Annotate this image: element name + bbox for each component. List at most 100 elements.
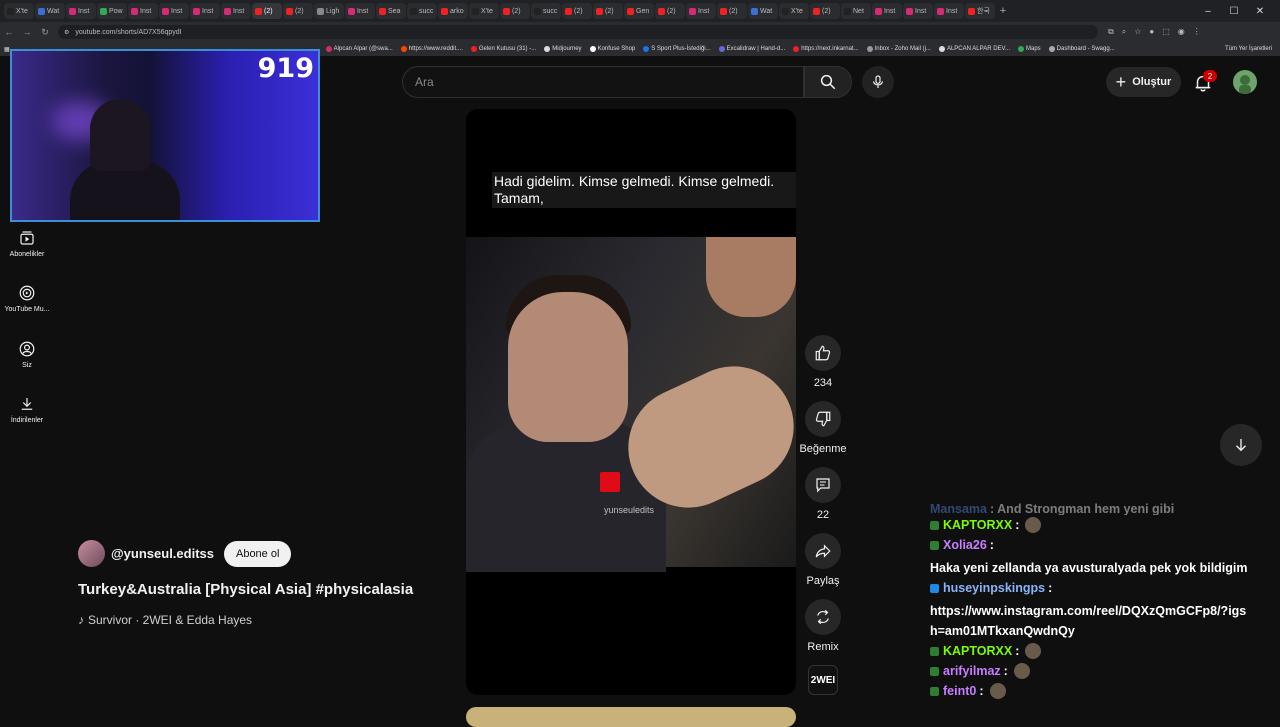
comments-button[interactable] (805, 467, 841, 503)
forward-icon[interactable]: → (18, 27, 36, 37)
bookmark-item[interactable]: https://www.reddit.... (400, 46, 463, 52)
browser-tab[interactable]: (2) (717, 3, 747, 19)
browser-tab[interactable]: Inst (221, 3, 251, 19)
browser-tab[interactable]: succ (407, 3, 437, 19)
bookmark-item[interactable]: Excalidraw | Hand-d... (718, 46, 785, 52)
browser-tab[interactable]: Inst (903, 3, 933, 19)
browser-tab[interactable]: (2) (593, 3, 623, 19)
bookmark-label: Dashboard - Swagg... (1056, 46, 1115, 52)
browser-tab[interactable]: Sea (376, 3, 406, 19)
browser-tab[interactable]: Wat (35, 3, 65, 19)
browser-tab[interactable]: (2) (283, 3, 313, 19)
sidebar-item-downloads[interactable]: İndirilenler (0, 395, 54, 424)
browser-tab[interactable]: (2) (655, 3, 685, 19)
remix-button[interactable] (805, 599, 841, 635)
browser-tab[interactable]: Inst (190, 3, 220, 19)
minimize-button[interactable]: – (1198, 6, 1218, 17)
close-window-button[interactable]: ✕ (1250, 6, 1270, 17)
tab-favicon-icon (38, 7, 45, 15)
reload-icon[interactable]: ↻ (36, 27, 54, 38)
browser-tab[interactable]: Ligh (314, 3, 344, 19)
video-title[interactable]: Turkey&Australia [Physical Asia] #physic… (78, 581, 413, 598)
bookmark-item[interactable]: Inbox - Zoho Mail (j... (866, 46, 931, 52)
browser-tab[interactable]: X'te (4, 3, 34, 19)
url-field[interactable]: ⚙ youtube.com/shorts/AD7X56qpydI (58, 25, 1098, 39)
new-tab-button[interactable]: + (996, 4, 1010, 18)
browser-tab[interactable]: Inst (66, 3, 96, 19)
bookmark-item[interactable]: https://next.inkarnat... (793, 46, 859, 52)
back-icon[interactable]: ← (0, 27, 18, 37)
browser-tab[interactable]: 한국 (965, 3, 995, 19)
browser-tab[interactable]: Inst (345, 3, 375, 19)
voice-search-button[interactable] (862, 66, 894, 98)
share-arrow-icon (815, 544, 831, 558)
channel-name[interactable]: @yunseul.editss (111, 546, 214, 561)
browser-tab[interactable]: Inst (128, 3, 158, 19)
extension-icon[interactable]: ● (1149, 27, 1154, 37)
short-video-player[interactable]: Hadi gidelim. Kimse gelmedi. Kimse gelme… (466, 109, 796, 695)
address-bar: ← → ↻ ⚙ youtube.com/shorts/AD7X56qpydI ⧉… (0, 22, 1280, 42)
user-avatar[interactable] (1233, 70, 1257, 94)
browser-tab[interactable]: succ (531, 3, 561, 19)
browser-tab[interactable]: (2) (500, 3, 530, 19)
site-info-icon[interactable]: ⚙ (64, 29, 69, 36)
profile-icon[interactable]: ◉ (1178, 27, 1185, 37)
subscribe-button[interactable]: Abone ol (223, 540, 292, 567)
menu-icon[interactable]: ⋮ (1193, 27, 1201, 37)
tab-label: Inst (78, 7, 90, 15)
bookmark-item[interactable]: Midjourney (544, 46, 582, 52)
translate-icon[interactable]: ⧉ (1108, 27, 1114, 37)
browser-tab[interactable]: Gen (624, 3, 654, 19)
stream-chat-overlay: Mansama: And Strongman hem yeni gibi KAPTO… (930, 503, 1250, 701)
audio-track-thumbnail[interactable]: 2WEI (808, 665, 838, 695)
browser-tab[interactable]: Net (841, 3, 871, 19)
browser-tab[interactable]: (2) (562, 3, 592, 19)
dislike-action: Beğenme (799, 401, 847, 455)
search-input[interactable]: Ara (402, 66, 804, 98)
like-action: 234 (800, 335, 846, 389)
browser-tab[interactable]: Pow (97, 3, 127, 19)
browser-tab[interactable]: Wat (748, 3, 778, 19)
chat-message: Xolia26: Haka yeni zellanda ya avusturaly… (930, 535, 1250, 578)
browser-tab[interactable]: X'te (469, 3, 499, 19)
browser-tab[interactable]: (2) (810, 3, 840, 19)
chat-separator: : (989, 503, 995, 515)
next-short-preview[interactable] (466, 707, 796, 727)
browser-tab[interactable]: Inst (872, 3, 902, 19)
maximize-button[interactable]: ☐ (1224, 6, 1244, 17)
next-video-button[interactable] (1220, 424, 1262, 466)
bookmark-item[interactable]: ALPCAN ALPAR DEV... (938, 46, 1010, 52)
browser-tab[interactable]: X'te (779, 3, 809, 19)
browser-tab[interactable]: arko (438, 3, 468, 19)
dislike-button[interactable] (805, 401, 841, 437)
share-button[interactable] (805, 533, 841, 569)
bookmark-star-icon[interactable]: ☆ (1134, 27, 1141, 37)
tab-label: Gen (636, 7, 650, 15)
browser-tab[interactable]: Inst (159, 3, 189, 19)
bookmark-item[interactable]: S Sport Plus-İstediği... (643, 46, 711, 52)
browser-tab[interactable]: Inst (686, 3, 716, 19)
like-button[interactable] (805, 335, 841, 371)
browser-tab[interactable]: (2) (252, 3, 282, 19)
sidebar-item-you[interactable]: Siz (0, 340, 54, 369)
zoom-icon[interactable]: ⌕ (1122, 27, 1126, 37)
tab-label: Wat (760, 7, 773, 15)
sidebar-item-subscriptions[interactable]: Abonelikler (0, 229, 54, 258)
extensions-puzzle-icon[interactable]: ⬚ (1162, 27, 1170, 37)
tab-favicon-icon (937, 7, 944, 15)
all-bookmarks-button[interactable]: Tüm Yer İşaretleri (1218, 42, 1272, 56)
channel-avatar[interactable] (78, 540, 105, 567)
audio-track-link[interactable]: ♪ Survivor · 2WEI & Edda Hayes (78, 613, 252, 627)
apps-grid-icon[interactable]: ▦ (4, 46, 10, 53)
bookmark-item[interactable]: Dashboard - Swagg... (1048, 46, 1115, 52)
search-button[interactable] (804, 66, 852, 98)
bookmark-item[interactable]: Maps (1017, 46, 1041, 52)
bookmark-item[interactable]: Konfuse Shop (589, 46, 635, 52)
sidebar-item-youtube-music[interactable]: YouTube Mu... (0, 284, 54, 313)
browser-tab[interactable]: Inst (934, 3, 964, 19)
bookmark-item[interactable]: Alpcan Alpar (@swa... (325, 46, 393, 52)
chat-username: Mansama (930, 503, 987, 515)
create-button[interactable]: + Oluştur (1106, 67, 1181, 97)
turkish-flag-icon (600, 472, 620, 492)
bookmark-item[interactable]: Gelen Kutusu (31) -... (470, 46, 536, 52)
